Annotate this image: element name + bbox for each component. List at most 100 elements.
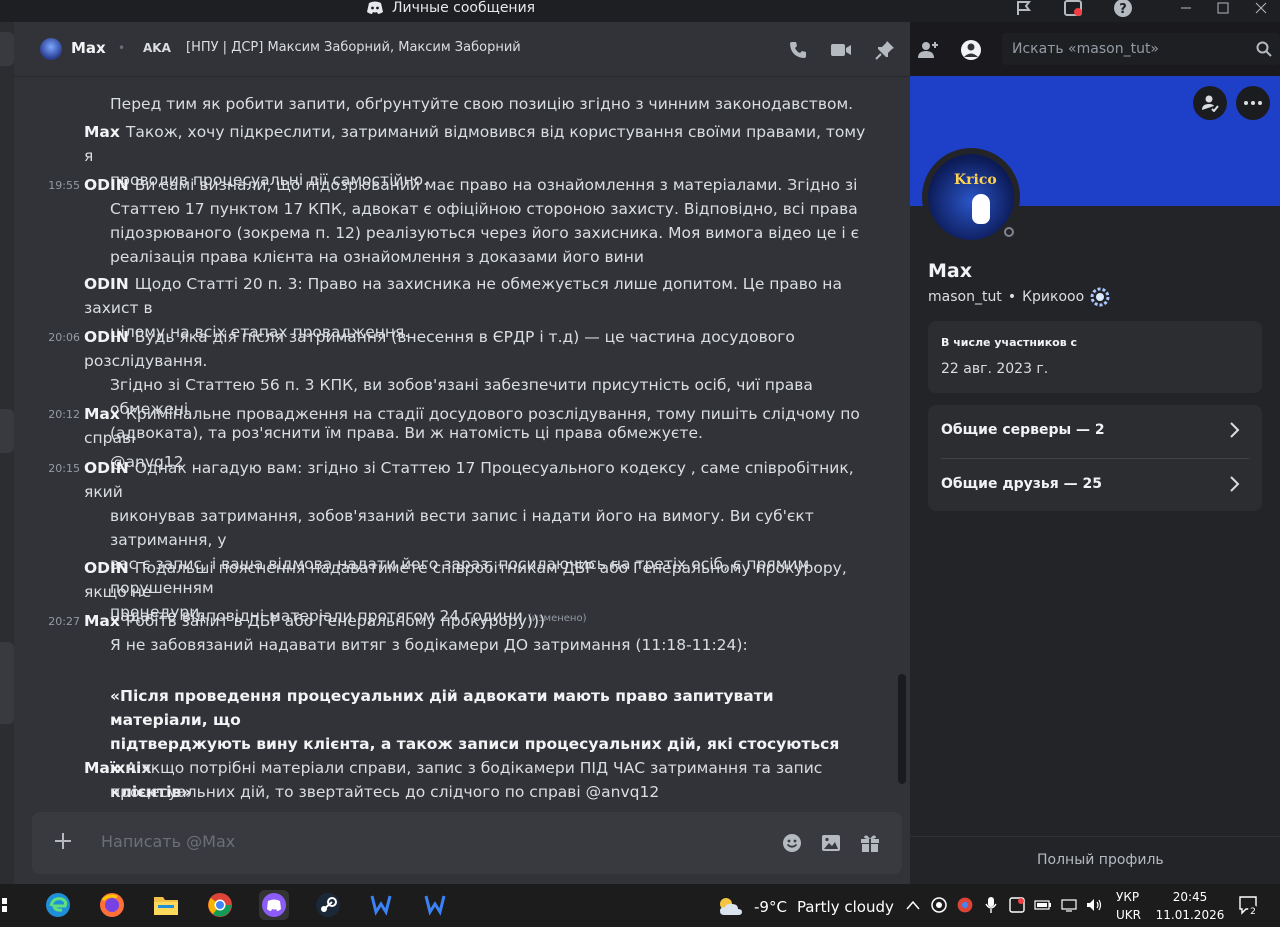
profile-avatar[interactable]: Krico — [922, 148, 1020, 246]
voice-call-icon[interactable] — [786, 38, 810, 62]
inbox-flag-icon[interactable] — [1012, 0, 1036, 18]
chrome-icon[interactable] — [205, 890, 235, 920]
message-text: Щодо Статті 20 п. 3: Право на захисника … — [84, 275, 842, 317]
tray-circle-icon[interactable] — [930, 896, 948, 914]
help-icon[interactable]: ? — [1111, 0, 1135, 18]
chat-header: Max • AKA [НПУ | ДСР] Максим Заборний, М… — [14, 22, 1280, 77]
attach-plus-icon[interactable] — [50, 828, 76, 854]
message-author[interactable]: Max — [84, 405, 120, 423]
sidebar-edge-item[interactable] — [0, 409, 14, 453]
microphone-icon[interactable] — [982, 896, 1000, 914]
tray-chrome-icon[interactable] — [956, 896, 974, 914]
message-item[interactable]: Max А якщо потрібні матеріали справи, зап… — [84, 756, 874, 804]
show-hidden-icons-chevron-up-icon[interactable] — [904, 896, 922, 914]
edge-icon[interactable] — [43, 890, 73, 920]
message-line: реалізація права клієнта на ознайомлення… — [110, 245, 874, 269]
firefox-icon[interactable] — [97, 890, 127, 920]
svg-text:?: ? — [1119, 2, 1127, 17]
more-options-icon[interactable] — [1236, 86, 1270, 120]
image-upload-icon[interactable] — [819, 831, 843, 855]
start-icon[interactable] — [0, 890, 10, 920]
sidebar-edge-item[interactable] — [0, 32, 14, 66]
discord-icon — [367, 1, 383, 14]
message-text: підозрюваного (зокрема п. 12) реалізують… — [110, 224, 860, 242]
system-clock[interactable]: 20:45 11.01.2026 — [1154, 888, 1226, 924]
file-explorer-icon[interactable] — [151, 890, 181, 920]
message-text: виконував затримання, зобов'язаний вести… — [110, 507, 814, 549]
message-text: «Після проведення процесуальних дій адво… — [110, 687, 774, 729]
add-friend-icon[interactable] — [1193, 86, 1227, 120]
message-line: підозрюваного (зокрема п. 12) реалізують… — [110, 221, 874, 245]
message-author[interactable]: Max — [84, 759, 120, 777]
mutual-friends-row[interactable]: Общие друзья — 25 — [928, 459, 1262, 511]
app-launcher-icon-2[interactable] — [420, 890, 450, 920]
input-language[interactable]: УКР UKR — [1116, 888, 1141, 924]
notification-center-icon[interactable]: 2 — [1238, 896, 1260, 915]
message-line: Max Робіть запит в ДБР або Генеральному п… — [84, 609, 874, 633]
steam-icon[interactable] — [313, 890, 343, 920]
message-line: ODIN Щодо Статті 20 п. 3: Право на захисн… — [84, 272, 874, 320]
inbox-icon[interactable] — [1061, 0, 1085, 18]
message-timestamp: 20:06 — [48, 331, 80, 344]
message-text: Робіть запит в ДБР або Генеральному прок… — [125, 612, 546, 630]
minimize-button[interactable] — [1174, 0, 1198, 18]
close-window-button[interactable] — [1249, 0, 1273, 18]
gift-icon[interactable] — [858, 831, 882, 855]
app-launcher-icon-1[interactable] — [366, 890, 396, 920]
emoji-icon[interactable] — [780, 831, 804, 855]
message-author[interactable]: ODIN — [84, 459, 129, 477]
message-line: Max Кримінальне провадження на стадії дос… — [84, 402, 874, 450]
message-text: А якщо потрібні матеріали справи, запис … — [125, 759, 823, 777]
message-scrollbar[interactable] — [898, 674, 906, 784]
message-line: ODIN Ви самі визнали, що підозрюваний має… — [84, 173, 874, 197]
clock-time: 20:45 — [1172, 890, 1208, 904]
message-composer[interactable]: Написать @Max — [32, 812, 902, 874]
header-dot: • — [118, 41, 126, 55]
search-input[interactable]: Искать «mason_tut» — [1002, 33, 1280, 65]
member-since-value: 22 авг. 2023 г. — [941, 361, 1049, 377]
message-author[interactable]: Max — [84, 612, 120, 630]
user-profile-toggle-icon[interactable] — [959, 38, 983, 62]
profile-display-name: Max — [928, 260, 972, 282]
message-line: виконував затримання, зобов'язаний вести… — [110, 504, 874, 552]
maximize-button[interactable] — [1211, 0, 1235, 18]
full-profile-label: Полный профиль — [1037, 852, 1164, 868]
full-profile-button[interactable]: Полный профиль — [910, 836, 1280, 884]
chat-area: Max • AKA [НПУ | ДСР] Максим Заборний, М… — [14, 22, 1280, 884]
message-timestamp: 20:27 — [48, 615, 80, 628]
lang-top: УКР — [1116, 890, 1140, 904]
message-author[interactable]: ODIN — [84, 275, 129, 293]
message-line: ODIN Однак нагадую вам: згідно зі Статтею… — [84, 456, 874, 504]
partly-cloudy-icon — [720, 898, 742, 915]
video-call-icon[interactable] — [829, 38, 853, 62]
message-item[interactable]: Перед тим як робити запити, обґрунтуйте … — [84, 92, 874, 116]
sidebar-edge-item[interactable] — [0, 642, 14, 724]
tray-app-icon[interactable] — [1008, 896, 1026, 914]
pinned-messages-icon[interactable] — [873, 38, 897, 62]
message-text: Ви самі визнали, що підозрюваний має пра… — [134, 176, 858, 194]
message-text: Також, хочу підкреслити, затриманий відм… — [84, 123, 866, 165]
mutual-servers-row[interactable]: Общие серверы — 2 — [928, 405, 1262, 457]
battery-icon — [1034, 896, 1052, 914]
message-line: Перед тим як робити запити, обґрунтуйте … — [110, 92, 874, 116]
volume-icon[interactable] — [1086, 896, 1104, 914]
message-author[interactable]: Max — [84, 123, 120, 141]
message-item[interactable]: 19:55 ODIN Ви самі визнали, що підозрювани… — [48, 173, 874, 269]
message-author[interactable]: ODIN — [84, 328, 129, 346]
header-avatar[interactable] — [40, 38, 62, 60]
message-text: процесуальних дій, то звертайтесь до слі… — [110, 783, 660, 801]
composer-placeholder: Написать @Max — [101, 832, 236, 851]
weather-widget[interactable]: -9°C Partly cloudy — [716, 895, 894, 919]
header-username[interactable]: Max — [71, 39, 106, 57]
profile-separator: • — [1007, 289, 1017, 305]
nitro-badge-icon[interactable] — [1090, 287, 1110, 307]
add-friends-to-dm-icon[interactable] — [916, 38, 940, 62]
message-author[interactable]: ODIN — [84, 176, 129, 194]
message-author[interactable]: ODIN — [84, 559, 129, 577]
network-icon[interactable] — [1060, 896, 1078, 914]
message-text: Статтею 17 пунктом 17 КПК, адвокат є офі… — [110, 200, 858, 218]
discord-taskbar-icon[interactable] — [259, 890, 289, 920]
message-text: Подальші пояснення надаватимете співробі… — [84, 559, 847, 601]
message-item[interactable]: 20:27 Max Робіть запит в ДБР або Генеральн… — [48, 609, 874, 657]
message-line: процесуальних дій, то звертайтесь до слі… — [110, 780, 874, 804]
